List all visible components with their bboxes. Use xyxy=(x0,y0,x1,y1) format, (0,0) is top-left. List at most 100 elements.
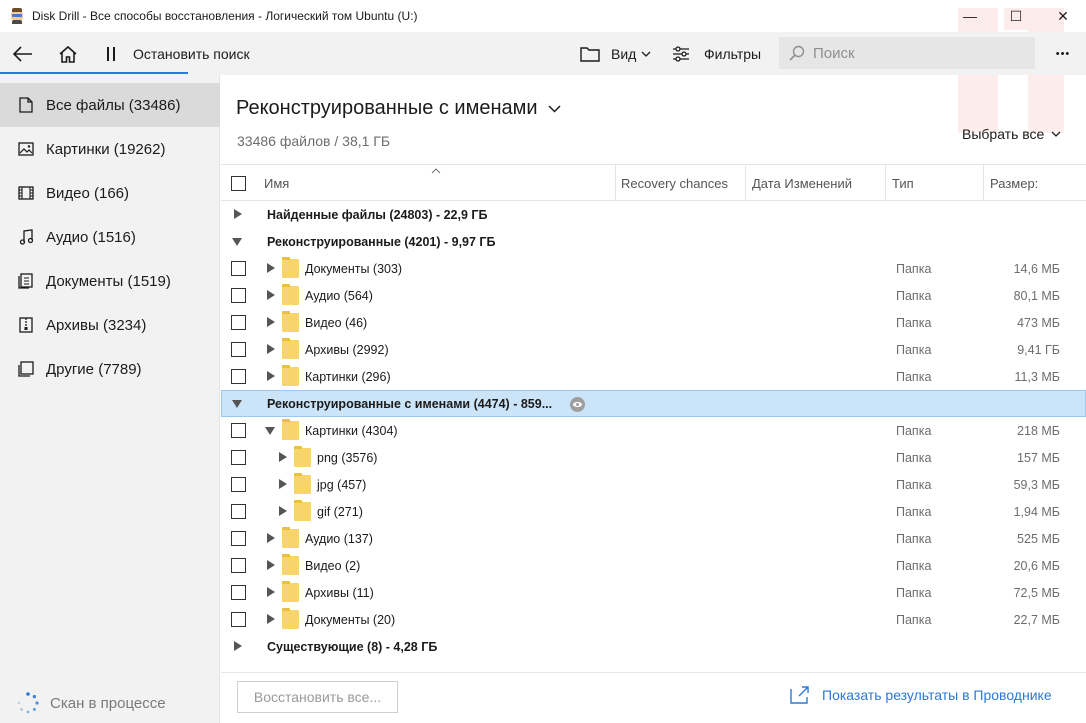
select-all-label: Выбрать все xyxy=(962,126,1045,142)
row-checkbox[interactable] xyxy=(231,531,246,546)
table-row[interactable]: Видео (46) Папка 473 МБ xyxy=(221,309,1086,336)
page-title-label: Реконструированные с именами xyxy=(236,97,538,119)
table-row-selected[interactable]: Реконструированные с именами (4474) - 85… xyxy=(221,390,1086,417)
file-type: Папка xyxy=(896,504,932,519)
collapse-arrow-icon[interactable] xyxy=(232,238,242,246)
row-checkbox[interactable] xyxy=(231,558,246,573)
file-size: 14,6 МБ xyxy=(1013,261,1060,276)
row-checkbox[interactable] xyxy=(231,369,246,384)
file-name: Картинки (4304) xyxy=(305,423,398,438)
sidebar-item-other[interactable]: Другие (7789) xyxy=(0,347,220,391)
select-all-checkbox[interactable] xyxy=(231,176,246,191)
file-name: gif (271) xyxy=(317,504,363,519)
home-button[interactable] xyxy=(55,32,81,75)
table-row[interactable]: Картинки (296) Папка 11,3 МБ xyxy=(221,363,1086,390)
file-type: Папка xyxy=(896,342,932,357)
file-type: Папка xyxy=(896,261,932,276)
expand-arrow-icon[interactable] xyxy=(267,614,275,624)
group-label: Реконструированные с именами (4474) - 85… xyxy=(267,396,553,411)
open-external-icon xyxy=(790,686,809,704)
file-name: Документы (20) xyxy=(305,612,396,627)
search-input[interactable]: Поиск xyxy=(779,37,1035,69)
expand-arrow-icon[interactable] xyxy=(267,344,275,354)
table-row[interactable]: Аудио (564) Папка 80,1 МБ xyxy=(221,282,1086,309)
expand-arrow-icon[interactable] xyxy=(267,263,275,273)
folder-icon xyxy=(282,608,299,629)
row-checkbox[interactable] xyxy=(231,288,246,303)
table-row[interactable]: Документы (20) Папка 22,7 МБ xyxy=(221,606,1086,633)
sidebar-item-archives[interactable]: Архивы (3234) xyxy=(0,303,220,347)
file-size: 218 МБ xyxy=(1017,423,1060,438)
expand-arrow-icon[interactable] xyxy=(267,290,275,300)
chevron-down-icon xyxy=(1051,131,1061,137)
table-row[interactable]: png (3576) Папка 157 МБ xyxy=(221,444,1086,471)
expand-arrow-icon[interactable] xyxy=(267,371,275,381)
filters-button[interactable]: Фильтры xyxy=(672,32,761,75)
table-row[interactable]: Аудио (137) Папка 525 МБ xyxy=(221,525,1086,552)
column-recovery-label: Recovery chances xyxy=(621,175,728,191)
table-row[interactable]: Архивы (2992) Папка 9,41 ГБ xyxy=(221,336,1086,363)
folder-icon xyxy=(282,527,299,548)
collapse-arrow-icon[interactable] xyxy=(265,427,275,435)
expand-arrow-icon[interactable] xyxy=(267,560,275,570)
row-checkbox[interactable] xyxy=(231,315,246,330)
expand-arrow-icon[interactable] xyxy=(234,641,242,651)
table-row[interactable]: Архивы (11) Папка 72,5 МБ xyxy=(221,579,1086,606)
back-button[interactable] xyxy=(10,32,36,75)
row-checkbox[interactable] xyxy=(231,261,246,276)
expand-arrow-icon[interactable] xyxy=(267,533,275,543)
column-type[interactable]: Тип xyxy=(892,165,914,201)
expand-arrow-icon[interactable] xyxy=(279,452,287,462)
row-checkbox[interactable] xyxy=(231,450,246,465)
column-size[interactable]: Размер: xyxy=(990,165,1038,201)
expand-arrow-icon[interactable] xyxy=(279,479,287,489)
file-name: Аудио (564) xyxy=(305,288,373,303)
table-row[interactable]: Существующие (8) - 4,28 ГБ xyxy=(221,633,1086,660)
column-name-label: Имя xyxy=(264,175,290,191)
sidebar-item-all-files[interactable]: Все файлы (33486) xyxy=(0,83,220,127)
expand-arrow-icon[interactable] xyxy=(267,587,275,597)
collapse-arrow-icon[interactable] xyxy=(232,400,242,408)
sidebar-item-label: Другие (7789) xyxy=(46,360,142,378)
table-row[interactable]: Реконструированные (4201) - 9,97 ГБ xyxy=(221,228,1086,255)
show-in-explorer-link[interactable]: Показать результаты в Проводнике xyxy=(790,686,1052,704)
chevron-down-icon xyxy=(548,104,561,113)
expand-arrow-icon[interactable] xyxy=(279,506,287,516)
sidebar-item-pictures[interactable]: Картинки (19262) xyxy=(0,127,220,171)
column-name[interactable]: Имя xyxy=(264,165,614,201)
table-row[interactable]: Видео (2) Папка 20,6 МБ xyxy=(221,552,1086,579)
table-row[interactable]: gif (271) Папка 1,94 МБ xyxy=(221,498,1086,525)
preview-eye-icon[interactable] xyxy=(570,397,585,412)
expand-arrow-icon[interactable] xyxy=(234,209,242,219)
file-name: Аудио (137) xyxy=(305,531,373,546)
expand-arrow-icon[interactable] xyxy=(267,317,275,327)
table-row[interactable]: jpg (457) Папка 59,3 МБ xyxy=(221,471,1086,498)
file-name: Архивы (11) xyxy=(305,585,374,600)
column-recovery-chances[interactable]: Recovery chances xyxy=(621,165,728,201)
column-date[interactable]: Дата Изменений xyxy=(752,165,852,201)
footer-divider xyxy=(221,672,1086,673)
stop-search-button[interactable]: Остановить поиск xyxy=(104,32,250,75)
table-row[interactable]: Картинки (4304) Папка 218 МБ xyxy=(221,417,1086,444)
row-checkbox[interactable] xyxy=(231,504,246,519)
row-checkbox[interactable] xyxy=(231,423,246,438)
restore-all-button[interactable]: Восстановить все... xyxy=(237,681,398,713)
file-type: Папка xyxy=(896,450,932,465)
scan-status: Скан в процессе xyxy=(0,683,220,723)
active-toolbar-indicator xyxy=(0,72,188,74)
row-checkbox[interactable] xyxy=(231,585,246,600)
row-checkbox[interactable] xyxy=(231,612,246,627)
sidebar-item-documents[interactable]: Документы (1519) xyxy=(0,259,220,303)
more-options-button[interactable]: ••• xyxy=(1050,32,1076,75)
row-checkbox[interactable] xyxy=(231,342,246,357)
select-all-button[interactable]: Выбрать все xyxy=(962,126,1061,142)
sidebar-item-audio[interactable]: Аудио (1516) xyxy=(0,215,220,259)
table-row[interactable]: Документы (303) Папка 14,6 МБ xyxy=(221,255,1086,282)
row-checkbox[interactable] xyxy=(231,477,246,492)
view-menu-button[interactable]: Вид xyxy=(580,32,651,75)
sidebar-item-label: Картинки (19262) xyxy=(46,140,166,158)
file-size: 1,94 МБ xyxy=(1013,504,1060,519)
sidebar-item-video[interactable]: Видео (166) xyxy=(0,171,220,215)
page-title[interactable]: Реконструированные с именами xyxy=(236,97,561,120)
table-row[interactable]: Найденные файлы (24803) - 22,9 ГБ xyxy=(221,201,1086,228)
